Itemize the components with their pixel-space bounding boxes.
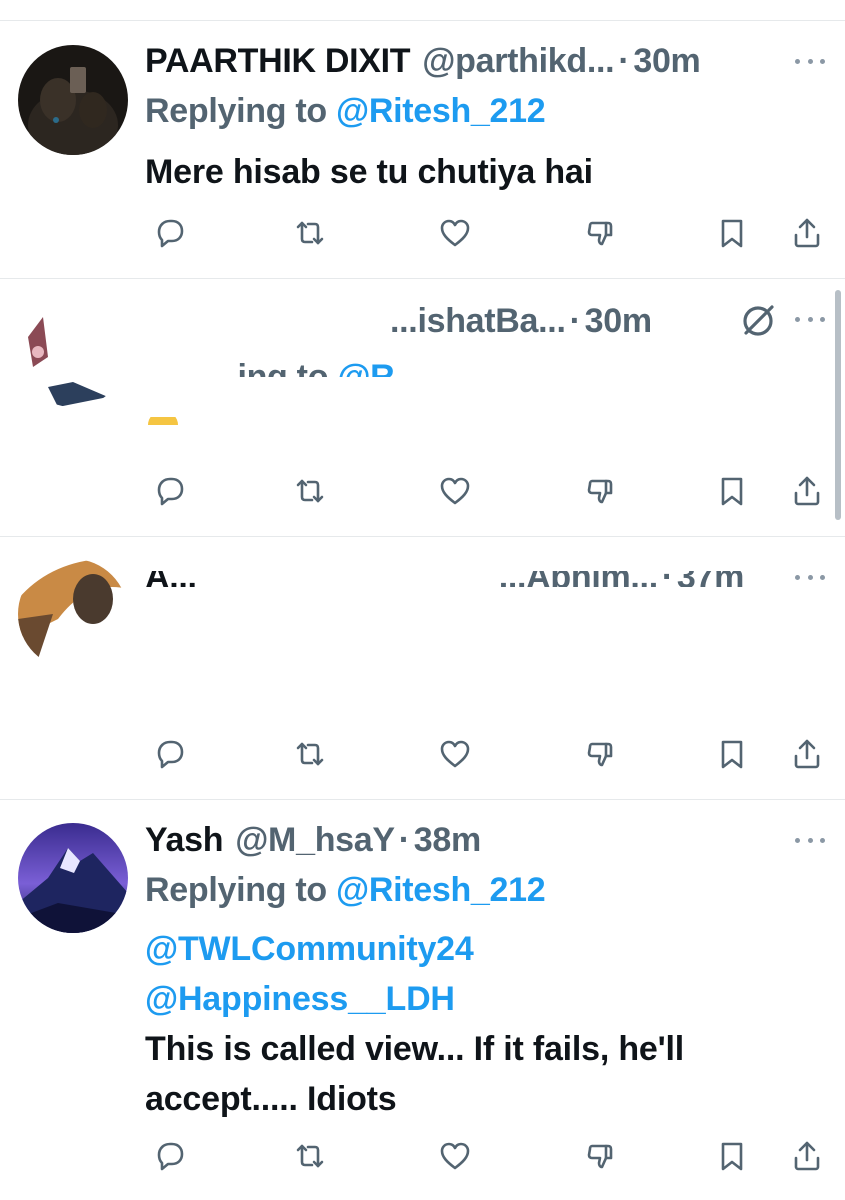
- share-icon-glyph: [794, 218, 820, 248]
- obscured-region: [180, 419, 640, 469]
- avatar[interactable]: [18, 297, 128, 407]
- like-icon-glyph: [440, 740, 470, 768]
- more-icon[interactable]: [795, 830, 825, 850]
- more-icon[interactable]: [795, 309, 825, 329]
- retweet-icon[interactable]: [288, 1134, 332, 1178]
- mute-icon[interactable]: [738, 301, 778, 341]
- replying-label: Replying to: [145, 871, 336, 909]
- mention-link[interactable]: @Happiness__LDH: [145, 974, 775, 1024]
- more-icon[interactable]: [795, 567, 825, 587]
- like-icon-glyph: [440, 477, 470, 505]
- reply-icon-glyph: [157, 740, 184, 769]
- reply-icon-glyph: [157, 219, 184, 248]
- action-bar: [0, 732, 845, 776]
- share-icon[interactable]: [785, 469, 829, 513]
- reply-icon[interactable]: [148, 732, 192, 776]
- user-handle[interactable]: @M_hsaY: [235, 820, 395, 860]
- bookmark-icon-glyph: [721, 1142, 743, 1171]
- tweet-2[interactable]: ...ishatBa... · 30m ...ing to @R...: [0, 279, 845, 537]
- tweet-text: This is called view... If it fails, he'l…: [145, 1030, 685, 1118]
- scrollbar[interactable]: [835, 290, 841, 520]
- share-icon-glyph: [794, 476, 820, 506]
- tweet-header: PAARTHIK DIXIT @parthikd... · 30m: [145, 41, 785, 81]
- more-icon[interactable]: [795, 51, 825, 71]
- action-bar: [0, 469, 845, 513]
- reply-icon[interactable]: [148, 1134, 192, 1178]
- replying-to: Replying to @Ritesh_212: [145, 91, 546, 131]
- retweet-icon[interactable]: [288, 732, 332, 776]
- replying-mention[interactable]: @Ritesh_212: [336, 92, 546, 130]
- retweet-icon-glyph: [296, 221, 324, 245]
- share-icon-glyph: [794, 739, 820, 769]
- share-icon[interactable]: [785, 211, 829, 255]
- retweet-icon-glyph: [296, 1144, 324, 1168]
- display-name[interactable]: PAARTHIK DIXIT: [145, 41, 411, 81]
- user-handle[interactable]: ...ishatBa...: [390, 301, 566, 341]
- separator-dot: ·: [618, 42, 630, 80]
- bookmark-icon[interactable]: [710, 732, 754, 776]
- dislike-icon-glyph: [587, 221, 613, 246]
- dislike-icon[interactable]: [578, 469, 622, 513]
- obscured-region: [140, 597, 740, 697]
- share-icon[interactable]: [785, 1134, 829, 1178]
- reply-icon[interactable]: [148, 211, 192, 255]
- avatar[interactable]: [18, 823, 128, 933]
- separator-dot: ·: [569, 302, 581, 340]
- like-icon-glyph: [440, 219, 470, 247]
- replying-label: Replying to: [145, 92, 336, 130]
- replying-mention[interactable]: @Ritesh_212: [336, 871, 546, 909]
- retweet-icon-glyph: [296, 742, 324, 766]
- mention-link[interactable]: @TWLCommunity24: [145, 924, 775, 974]
- dislike-icon-glyph: [587, 1144, 613, 1169]
- bookmark-icon-glyph: [721, 219, 743, 248]
- tweet-header: Yash @M_hsaY · 38m: [145, 820, 785, 860]
- retweet-icon-glyph: [296, 479, 324, 503]
- reply-feed: PAARTHIK DIXIT @parthikd... · 30m Replyi…: [0, 0, 845, 1200]
- action-bar: [0, 1134, 845, 1178]
- dislike-icon[interactable]: [578, 1134, 622, 1178]
- share-icon[interactable]: [785, 732, 829, 776]
- user-handle[interactable]: @parthikd...: [422, 41, 614, 81]
- avatar[interactable]: [18, 559, 128, 669]
- retweet-icon[interactable]: [288, 469, 332, 513]
- tweet-header: ...ishatBa... · 30m: [390, 301, 785, 341]
- dislike-icon-glyph: [587, 479, 613, 504]
- reply-icon-glyph: [157, 477, 184, 506]
- retweet-icon[interactable]: [288, 211, 332, 255]
- dislike-icon[interactable]: [578, 732, 622, 776]
- obscured-region: [150, 377, 650, 417]
- like-icon[interactable]: [433, 469, 477, 513]
- avatar[interactable]: [18, 45, 128, 155]
- tweet-text: Mere hisab se tu chutiya hai: [145, 153, 593, 191]
- timestamp[interactable]: 30m: [585, 301, 652, 341]
- tweet-1[interactable]: PAARTHIK DIXIT @parthikd... · 30m Replyi…: [0, 21, 845, 279]
- bookmark-icon[interactable]: [710, 211, 754, 255]
- bookmark-icon[interactable]: [710, 1134, 754, 1178]
- dislike-icon-glyph: [587, 742, 613, 767]
- bookmark-icon-glyph: [721, 740, 743, 769]
- bookmark-icon[interactable]: [710, 469, 754, 513]
- tweet-text-block: @TWLCommunity24 @Happiness__LDH This is …: [145, 924, 775, 1124]
- like-icon-glyph: [440, 1142, 470, 1170]
- like-icon[interactable]: [433, 732, 477, 776]
- obscured-region: [140, 549, 760, 571]
- reply-icon[interactable]: [148, 469, 192, 513]
- reply-icon-glyph: [157, 1142, 184, 1171]
- like-icon[interactable]: [433, 211, 477, 255]
- share-icon-glyph: [794, 1141, 820, 1171]
- tweet-4[interactable]: Yash @M_hsaY · 38m Replying to @Ritesh_2…: [0, 800, 845, 1200]
- dislike-icon[interactable]: [578, 211, 622, 255]
- tweet-3[interactable]: A... ...Abhim... · 37m: [0, 537, 845, 800]
- timestamp[interactable]: 38m: [414, 820, 481, 860]
- action-bar: [0, 211, 845, 255]
- replying-to: Replying to @Ritesh_212: [145, 870, 546, 910]
- separator-dot: ·: [398, 821, 410, 859]
- bookmark-icon-glyph: [721, 477, 743, 506]
- timestamp[interactable]: 30m: [633, 41, 700, 81]
- like-icon[interactable]: [433, 1134, 477, 1178]
- display-name[interactable]: Yash: [145, 820, 224, 860]
